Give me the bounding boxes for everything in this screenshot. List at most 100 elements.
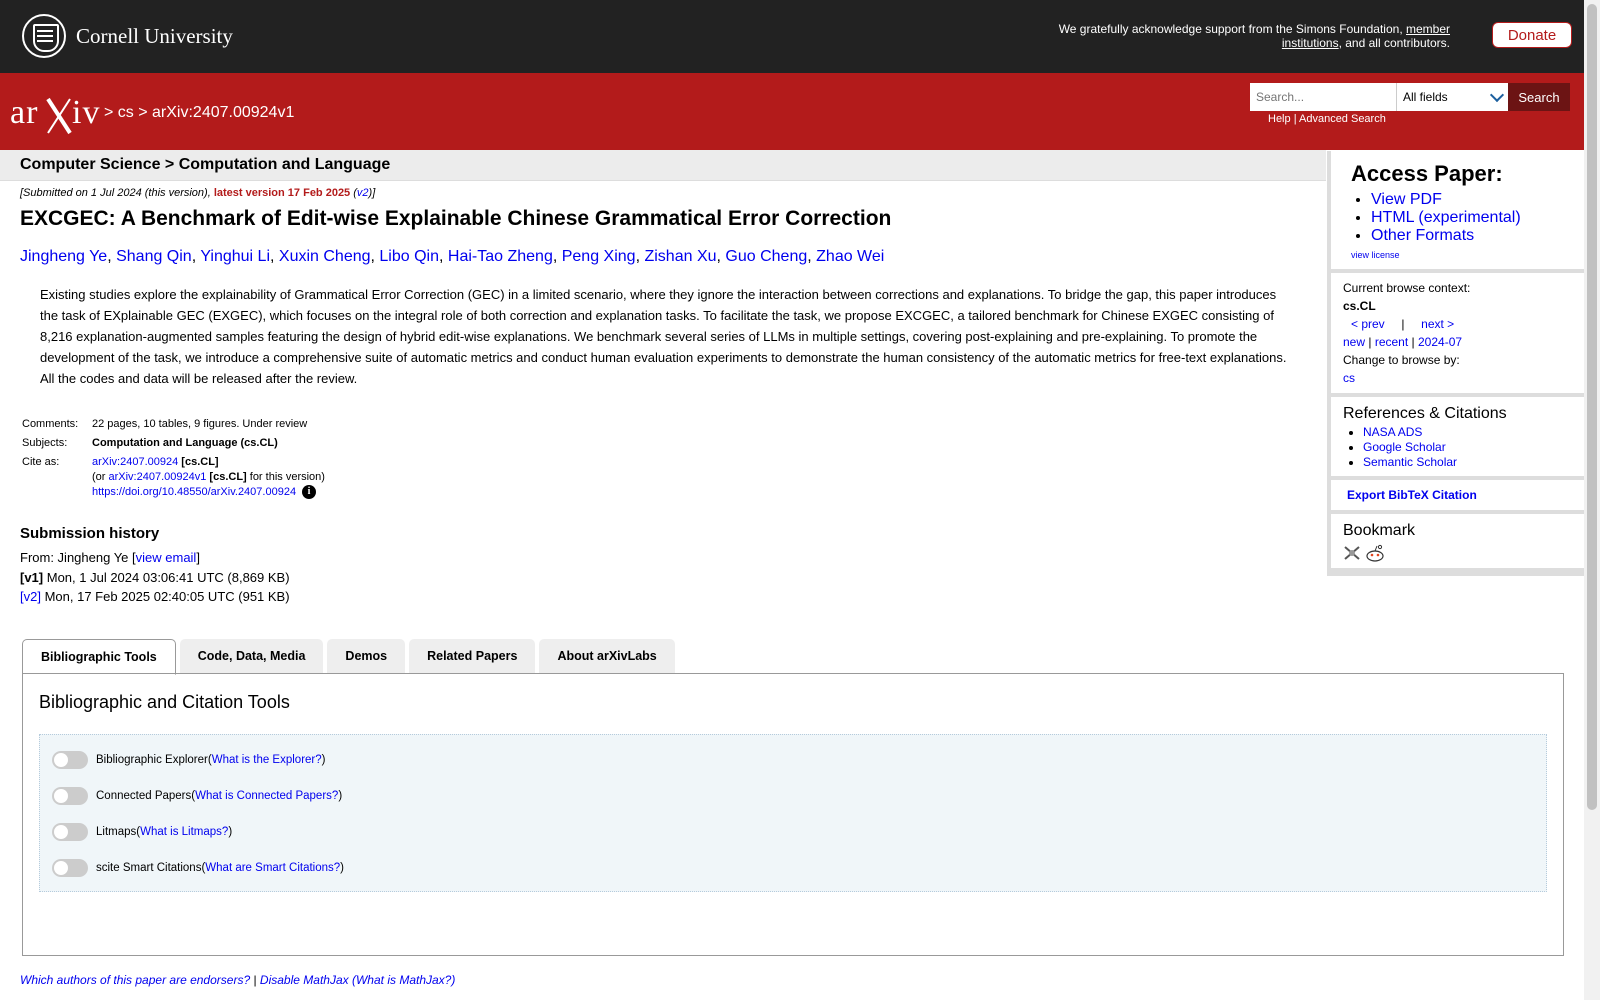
disable-mathjax-link[interactable]: Disable MathJax	[260, 973, 349, 987]
semantic-scholar-link[interactable]: Semantic Scholar	[1363, 455, 1457, 469]
next-link[interactable]: next >	[1421, 317, 1454, 331]
tool-row: Connected Papers (What is Connected Pape…	[52, 787, 342, 805]
context-value: cs.CL	[1343, 299, 1376, 313]
v2-history-link[interactable]: [v2]	[20, 589, 41, 604]
v1-label: [v1]	[20, 569, 44, 585]
tab-bibliographic-tools[interactable]: Bibliographic Tools	[22, 639, 176, 675]
scite-toggle[interactable]	[52, 859, 88, 877]
search-field-select[interactable]: All fields	[1396, 83, 1508, 111]
litmaps-help-link[interactable]: What is Litmaps?	[140, 826, 228, 838]
chevron-down-icon	[1489, 87, 1505, 103]
search-bar: All fields Search	[1250, 83, 1570, 111]
right-sidebar: Access Paper: View PDF HTML (experimenta…	[1327, 151, 1584, 576]
tab-demos[interactable]: Demos	[327, 639, 406, 673]
month-link[interactable]: 2024-07	[1418, 335, 1462, 349]
author-link[interactable]: Zishan Xu	[644, 248, 716, 265]
explorer-toggle[interactable]	[52, 751, 88, 769]
search-input[interactable]	[1250, 83, 1396, 111]
what-is-mathjax-link[interactable]: What is MathJax?	[356, 973, 451, 987]
category-bar: Computer Science > Computation and Langu…	[0, 150, 1326, 181]
browse-context-box: Current browse context: cs.CL < prev | n…	[1331, 273, 1584, 393]
help-link[interactable]: Help	[1268, 113, 1291, 125]
v2-link[interactable]: v2	[357, 187, 369, 199]
arxiv-logo[interactable]: ar iv	[10, 93, 102, 146]
author-link[interactable]: Zhao Wei	[816, 248, 884, 265]
author-link[interactable]: Shang Qin	[116, 248, 192, 265]
help-links: Help | Advanced Search	[1268, 113, 1386, 125]
submission-history: From: Jingheng Ye [view email] [v1] Mon,…	[20, 550, 290, 604]
breadcrumb[interactable]: > cs > arXiv:2407.00924v1	[104, 104, 294, 122]
submission-history-title: Submission history	[20, 525, 160, 542]
lab-tabs: Bibliographic Tools Code, Data, Media De…	[22, 639, 675, 675]
nasa-ads-link[interactable]: NASA ADS	[1363, 425, 1422, 439]
arxiv-logo-icon: ar iv	[10, 94, 100, 135]
scite-help-link[interactable]: What are Smart Citations?	[205, 862, 340, 874]
paper-title: EXCGEC: A Benchmark of Edit-wise Explain…	[20, 207, 892, 230]
page-scrollbar[interactable]	[1584, 0, 1600, 1000]
donate-button[interactable]: Donate	[1492, 22, 1572, 48]
tools-box: Bibliographic Explorer (What is the Expl…	[39, 734, 1547, 892]
author-link[interactable]: Hai-Tao Zheng	[448, 248, 553, 265]
view-email-link[interactable]: view email	[136, 550, 197, 565]
bookmark-box: Bookmark	[1331, 514, 1584, 568]
connected-papers-toggle[interactable]	[52, 787, 88, 805]
other-formats-link[interactable]: Other Formats	[1371, 227, 1474, 244]
cornell-logo[interactable]: Cornell University	[22, 14, 233, 58]
connected-papers-help-link[interactable]: What is Connected Papers?	[195, 790, 338, 802]
category-breadcrumb: Computer Science > Computation and Langu…	[20, 156, 391, 173]
prev-link[interactable]: < prev	[1351, 317, 1385, 331]
footer-links: Which authors of this paper are endorser…	[20, 973, 456, 987]
google-scholar-link[interactable]: Google Scholar	[1363, 440, 1446, 454]
references-box: References & Citations NASA ADS Google S…	[1331, 397, 1584, 476]
subjects-value: Computation and Language (cs.CL)	[92, 437, 278, 449]
tab-panel: Bibliographic and Citation Tools Bibliog…	[22, 673, 1564, 956]
tab-related-papers[interactable]: Related Papers	[409, 639, 536, 673]
cornell-seal-icon	[22, 14, 66, 58]
comments-label: Comments:	[22, 418, 79, 430]
litmaps-toggle[interactable]	[52, 823, 88, 841]
info-icon[interactable]: i	[302, 485, 317, 500]
subjects-label: Subjects:	[22, 437, 68, 449]
metadata-table: Comments: 22 pages, 10 tables, 9 figures…	[20, 415, 327, 502]
doi-link[interactable]: https://doi.org/10.48550/arXiv.2407.0092…	[92, 486, 296, 498]
tab-code-data-media[interactable]: Code, Data, Media	[179, 639, 324, 673]
view-pdf-link[interactable]: View PDF	[1371, 191, 1442, 208]
cornell-name: Cornell University	[76, 23, 233, 48]
html-link[interactable]: HTML (experimental)	[1371, 209, 1521, 226]
bookmark-title: Bookmark	[1343, 522, 1416, 539]
top-bar: Cornell University We gratefully acknowl…	[0, 0, 1584, 73]
reddit-icon[interactable]	[1365, 544, 1385, 562]
cite-link[interactable]: arXiv:2407.00924	[92, 456, 178, 468]
scrollbar-thumb[interactable]	[1587, 4, 1597, 810]
author-link[interactable]: Peng Xing	[562, 248, 636, 265]
bibsonomy-icon[interactable]	[1343, 545, 1361, 561]
view-license-link[interactable]: view license	[1351, 250, 1400, 260]
author-link[interactable]: Xuxin Cheng	[279, 248, 371, 265]
submitted-line: [Submitted on 1 Jul 2024 (this version),…	[20, 187, 376, 199]
tool-row: Bibliographic Explorer (What is the Expl…	[52, 751, 326, 769]
tab-about-arxivlabs[interactable]: About arXivLabs	[539, 639, 675, 673]
cite-label: Cite as:	[22, 456, 60, 468]
author-link[interactable]: Libo Qin	[379, 248, 439, 265]
endorsers-link[interactable]: Which authors of this paper are endorser…	[20, 973, 250, 987]
author-link[interactable]: Guo Cheng	[725, 248, 807, 265]
svg-text:iv: iv	[72, 94, 100, 131]
explorer-help-link[interactable]: What is the Explorer?	[212, 754, 322, 766]
advanced-search-link[interactable]: Advanced Search	[1299, 113, 1386, 125]
arxiv-header: ar iv > cs > arXiv:2407.00924v1 All fiel…	[0, 73, 1584, 150]
browse-cs-link[interactable]: cs	[1343, 371, 1355, 385]
comments-value: 22 pages, 10 tables, 9 figures. Under re…	[92, 418, 308, 430]
new-link[interactable]: new	[1343, 335, 1365, 349]
author-link[interactable]: Jingheng Ye	[20, 248, 107, 265]
export-box: Export BibTeX Citation	[1331, 480, 1584, 510]
svg-text:ar: ar	[10, 94, 38, 131]
cite-v1-link[interactable]: arXiv:2407.00924v1	[109, 471, 207, 483]
search-button[interactable]: Search	[1508, 83, 1570, 111]
author-link[interactable]: Yinghui Li	[200, 248, 270, 265]
export-bibtex-link[interactable]: Export BibTeX Citation	[1343, 488, 1477, 502]
acknowledgement: We gratefully acknowledge support from t…	[1058, 22, 1450, 50]
latest-version-link[interactable]: latest version 17 Feb 2025	[214, 187, 350, 199]
refs-title: References & Citations	[1343, 405, 1507, 422]
abstract: Existing studies explore the explainabil…	[40, 287, 1287, 386]
recent-link[interactable]: recent	[1375, 335, 1408, 349]
